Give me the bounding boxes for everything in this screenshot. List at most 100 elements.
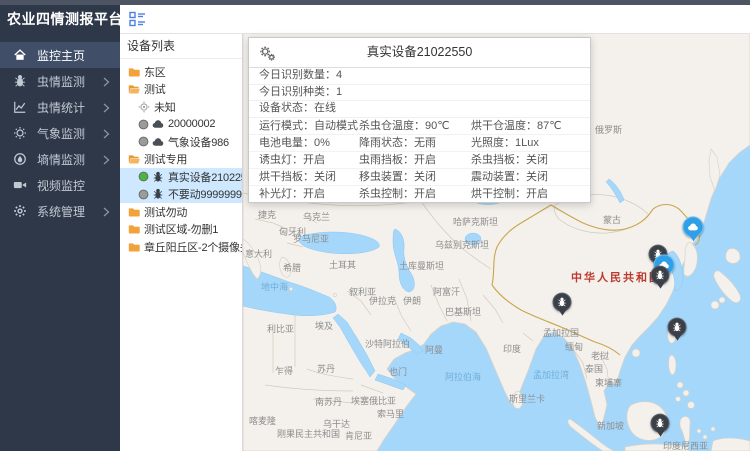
chevron-right-icon [103,206,111,216]
map-label: 印度尼西亚 [663,439,708,451]
bug-device-marker[interactable] [651,414,670,433]
map-label: 乌克兰 [303,210,330,223]
map-label: 乍得 [275,364,293,377]
popup-detail-cell: 杀虫仓温度：90℃ [359,118,471,135]
map-label: 泰国 [585,362,603,375]
chevron-right-icon [103,102,111,112]
bug-device-marker[interactable] [651,266,670,285]
sidebar-item-1[interactable]: 虫情监测 [0,68,120,94]
map-label: 俄罗斯 [595,123,622,136]
tree-item-1[interactable]: 测试 [120,81,242,99]
tree-item-label: 测试勿动 [144,204,187,220]
chevron-right-icon [103,128,111,138]
device-popup: 真实设备21022550 今日识别数量：4今日识别种类：1 设备状态：在线 运行… [248,37,591,203]
chevron-right-icon [103,154,111,164]
popup-detail-cell: 诱虫灯：开启 [249,152,359,169]
map-label: 肯尼亚 [345,429,372,442]
popup-detail-cell: 烘干控制：开启 [471,186,590,202]
map-label: 地中海 [261,280,288,293]
sidebar-item-label: 监控主页 [37,47,85,64]
map-label: 孟加拉国 [543,326,579,339]
sidebar-item-label: 视频监控 [37,177,85,194]
map-label: 埃及 [315,319,333,332]
sidebar-item-6[interactable]: 系统管理 [0,198,120,224]
popup-status-row: 设备状态：在线 [249,101,590,118]
popup-detail-cell: 烘干仓温度：87℃ [471,118,590,135]
map-label: 缅甸 [565,340,583,353]
status-dot-offline [138,136,149,147]
map-label: 埃塞俄比亚 [351,394,396,407]
map-label: 也门 [389,365,407,378]
popup-title: 真实设备21022550 [367,45,473,59]
app-title: 农业四情测报平台 [0,5,120,34]
gear-icon [13,204,27,218]
bug-device-icon [152,188,164,200]
map-label: 罗马尼亚 [293,232,329,245]
device-panel: 设备列表 东区 测试 未知 20000002 气象设备986 测试专用 真实设备… [120,34,243,451]
tree-item-2[interactable]: 未知 [120,98,242,116]
popup-detail-cell: 杀虫控制：开启 [359,186,471,202]
popup-detail-cell: 震动装置：关闭 [471,169,590,186]
sidebar-item-5[interactable]: 视频监控 [0,172,120,198]
device-panel-title: 设备列表 [120,34,242,59]
weather-icon [13,126,27,140]
map-label: 孟加拉湾 [533,368,569,381]
tree-item-label: 20000002 [168,118,215,130]
tree-item-9[interactable]: 测试区域-勿删1 [120,221,242,239]
settings-gears-icon[interactable] [259,44,276,61]
popup-detail-cell: 移虫装置：关闭 [359,169,471,186]
popup-detail-cell: 烘干挡板：关闭 [249,169,359,186]
bug-device-marker[interactable] [553,293,572,312]
map-label: 喀麦隆 [249,414,276,427]
popup-detail-cell: 杀虫挡板：关闭 [471,152,590,169]
map-label: 蒙古 [603,213,621,226]
map-label: 捷克 [258,208,276,221]
tree-item-8[interactable]: 测试勿动 [120,203,242,221]
tree-item-5[interactable]: 测试专用 [120,151,242,169]
tree-item-7[interactable]: 不要动99999999 [120,186,242,204]
map-label: 乌兹别克斯坦 [435,238,489,251]
device-tree: 东区 测试 未知 20000002 气象设备986 测试专用 真实设备21022… [120,59,242,256]
map-label: 柬埔寨 [595,376,622,389]
sidebar-item-label: 虫情监测 [37,73,85,90]
device-tree-toggle-icon[interactable] [129,11,146,28]
map-label: 印度 [503,342,521,355]
sidebar-item-label: 虫情统计 [37,99,85,116]
popup-summary-row: 今日识别种类：1 [249,85,590,102]
popup-grid: 运行模式：自动模式杀虫仓温度：90℃烘干仓温度：87℃电池电量：0%降雨状态：无… [249,118,590,202]
folder-closed-icon [128,66,140,78]
sidebar-item-3[interactable]: 气象监测 [0,120,120,146]
tree-item-6[interactable]: 真实设备21022550 [120,168,242,186]
folder-closed-icon [128,223,140,235]
sidebar-item-4[interactable]: 墒情监测 [0,146,120,172]
chart-icon [13,100,27,114]
map-label: 哈萨克斯坦 [453,215,498,228]
tree-item-3[interactable]: 20000002 [120,116,242,134]
tree-item-0[interactable]: 东区 [120,63,242,81]
sidebar-item-2[interactable]: 虫情统计 [0,94,120,120]
folder-open-icon [128,83,140,95]
sidebar-item-0[interactable]: 监控主页 [0,42,120,68]
map-label: 南苏丹 [315,395,342,408]
cloud-device-marker[interactable] [683,216,704,237]
map-label: 巴基斯坦 [445,305,481,318]
map-label: 阿富汗 [433,285,460,298]
tree-item-10[interactable]: 章丘阳丘区-2个摄像头 [120,238,242,256]
tree-item-label: 气象设备986 [168,134,229,150]
bug-device-marker[interactable] [668,318,687,337]
map-label: 沙特阿拉伯 [365,337,410,350]
sidebar: 农业四情测报平台 监控主页 虫情监测 虫情统计 气象监测 墒情监测 视频监 [0,5,120,451]
map-label: 老挝 [591,349,609,362]
tree-item-label: 测试专用 [144,151,187,167]
map-label: 中华人民共和国 [571,269,662,285]
tree-item-4[interactable]: 气象设备986 [120,133,242,151]
popup-detail-cell: 光照度：1Lux [471,135,590,152]
bug-icon [13,74,27,88]
map-label: 新加坡 [597,419,624,432]
folder-closed-icon [128,241,140,253]
tree-item-label: 测试 [144,81,166,97]
map-label: 希腊 [283,261,301,274]
map-label: 土耳其 [329,258,356,271]
status-dot-online [138,171,149,182]
popup-detail-cell: 降雨状态：无雨 [359,135,471,152]
